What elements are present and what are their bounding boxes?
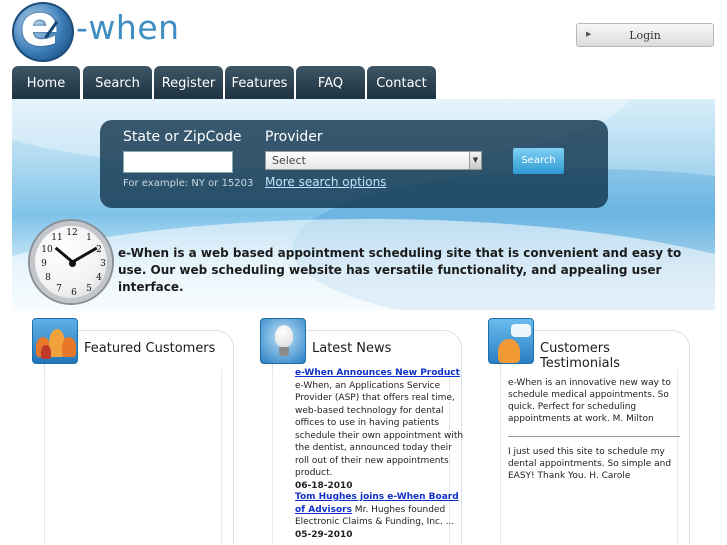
clock-number: 9 [41,259,47,269]
testimonial-item: e-When is an innovative new way to sched… [508,378,671,424]
zip-input[interactable] [123,151,233,173]
zip-hint: For example: NY or 15203 [123,178,254,189]
clock-number: 4 [96,273,102,283]
news-content: e-When Announces New Product e-When, an … [272,368,463,545]
clock-icon: 12 1 2 3 4 5 6 7 8 9 10 11 [30,221,112,303]
news-item: e-When Announces New Product e-When, an … [295,367,465,492]
speech-person-icon [488,318,534,364]
news-headline-link[interactable]: e-When Announces New Product [295,368,460,378]
lightbulb-icon [260,318,306,364]
chevron-down-icon[interactable]: ▼ [469,152,481,169]
clock-number: 8 [45,273,51,283]
news-date: 05-29-2010 [295,529,353,540]
clock-number: 10 [41,245,53,255]
section-title: Customers Testimonials [540,341,621,371]
tab-contact-us[interactable]: Contact us [367,66,436,126]
featured-customers-section: Featured Customers [32,318,234,545]
globe-clock-icon: e [12,0,74,62]
news-body: e-When, an Applications Service Provider… [295,380,464,479]
tab-faq[interactable]: FAQ [296,66,365,99]
state-zip-label: State or ZipCode [123,129,242,145]
clock-minute-hand [71,246,98,264]
testimonial-item: I just used this site to schedule my den… [508,447,672,481]
login-button[interactable]: ▶ Login [576,23,714,47]
customers-group-icon [32,318,78,364]
section-title: Featured Customers [84,341,216,356]
tab-register[interactable]: Register [154,66,223,99]
news-date: 06-18-2010 [295,480,353,491]
clock-number: 1 [86,233,92,243]
featured-customers-content [44,370,222,545]
provider-select[interactable]: Select ▼ [265,151,482,170]
intro-text: e-When is a web based appointment schedu… [118,246,682,294]
provider-label: Provider [265,129,323,145]
search-panel: State or ZipCode For example: NY or 1520… [100,120,608,208]
latest-news-section: Latest News e-When Announces New Product… [260,318,463,545]
section-title: Latest News [312,341,392,356]
divider [508,436,680,437]
clock-number: 3 [100,259,106,269]
news-item: Tom Hughes joins e-When Board of Advisor… [295,491,465,541]
provider-selected-value: Select [272,154,306,167]
tab-home[interactable]: Home [12,66,80,99]
clock-number: 6 [71,288,77,298]
login-label: Login [629,29,661,42]
more-search-options-link[interactable]: More search options [265,175,386,189]
clock-number: 5 [86,284,92,294]
tab-features[interactable]: Features [225,66,294,99]
logo-wordmark: -when [76,8,180,47]
search-button[interactable]: Search [513,148,564,174]
testimonials-section: Customers Testimonials e-When is an inno… [488,318,690,545]
tab-search[interactable]: Search [83,66,152,99]
clock-number: 11 [51,233,63,243]
site-logo[interactable]: e -when [12,0,192,62]
clock-number: 12 [66,228,78,238]
clock-center [69,260,76,267]
clock-number: 7 [56,284,62,294]
hero-banner: State or ZipCode For example: NY or 1520… [12,99,715,310]
